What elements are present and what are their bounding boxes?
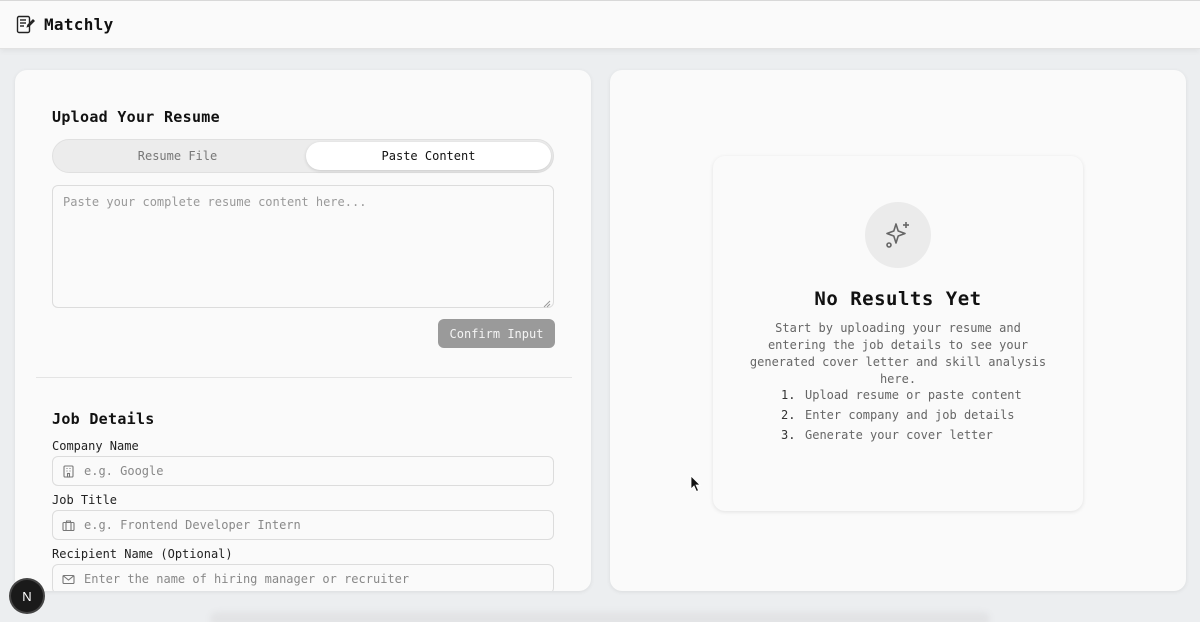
job-title-placeholder: e.g. Frontend Developer Intern [84, 518, 301, 532]
textarea-placeholder: Paste your complete resume content here.… [63, 195, 367, 209]
top-navbar: Matchly [0, 0, 1200, 49]
resume-document-icon [15, 14, 37, 36]
step-number: 2. [781, 408, 796, 422]
company-name-placeholder: e.g. Google [84, 464, 164, 478]
recipient-name-label: Recipient Name (Optional) [52, 547, 233, 561]
job-details-heading: Job Details [52, 410, 155, 428]
step-number: 1. [781, 388, 796, 402]
dev-tools-badge[interactable]: N [11, 580, 43, 612]
building-icon [62, 464, 76, 478]
list-item: 1. Upload resume or paste content [781, 388, 1041, 408]
empty-state-card: No Results Yet Start by uploading your r… [713, 156, 1083, 511]
input-panel: Upload Your Resume Resume File Paste Con… [15, 70, 591, 591]
tab-paste-content[interactable]: Paste Content [306, 142, 551, 170]
sparkles-icon [865, 202, 931, 268]
company-name-field[interactable]: e.g. Google [52, 456, 554, 486]
confirm-input-button[interactable]: Confirm Input [438, 319, 555, 348]
app-title[interactable]: Matchly [44, 15, 114, 34]
list-item: 2. Enter company and job details [781, 408, 1041, 428]
resume-source-tabs: Resume File Paste Content [52, 139, 554, 173]
job-title-field[interactable]: e.g. Frontend Developer Intern [52, 510, 554, 540]
empty-state-description: Start by uploading your resume and enter… [749, 321, 1047, 386]
mouse-cursor-icon [690, 475, 702, 493]
bottom-bar-shadow [210, 612, 990, 622]
resume-heading: Upload Your Resume [52, 108, 220, 126]
resume-content-textarea[interactable]: Paste your complete resume content here.… [52, 185, 554, 308]
steps-list: 1. Upload resume or paste content 2. Ent… [781, 388, 1041, 448]
recipient-name-placeholder: Enter the name of hiring manager or recr… [84, 572, 410, 586]
mail-icon [62, 572, 76, 586]
recipient-name-field[interactable]: Enter the name of hiring manager or recr… [52, 564, 554, 591]
step-text: Enter company and job details [805, 408, 1015, 422]
section-divider [36, 377, 572, 378]
results-panel: No Results Yet Start by uploading your r… [610, 70, 1186, 591]
briefcase-icon [62, 518, 76, 532]
step-text: Upload resume or paste content [805, 388, 1022, 402]
empty-state-title: No Results Yet [814, 288, 982, 310]
resize-handle-icon[interactable] [543, 297, 551, 308]
step-number: 3. [781, 428, 796, 442]
company-name-label: Company Name [52, 439, 139, 453]
job-title-label: Job Title [52, 493, 118, 507]
list-item: 3. Generate your cover letter [781, 428, 1041, 448]
tab-resume-file[interactable]: Resume File [55, 142, 300, 170]
step-text: Generate your cover letter [805, 428, 993, 442]
